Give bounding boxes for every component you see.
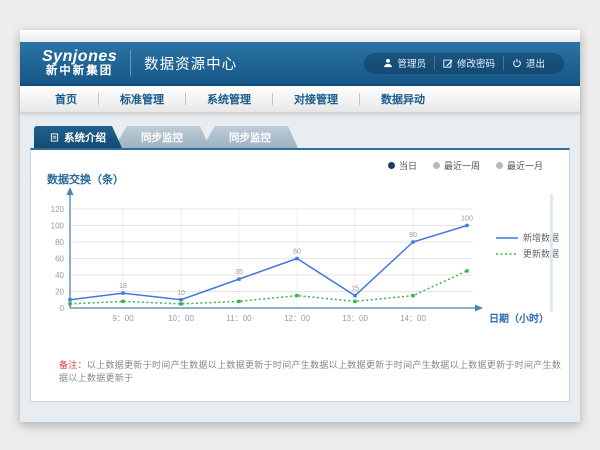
tab-label: 同步监控 [229, 130, 271, 145]
svg-text:100: 100 [51, 222, 65, 231]
user-toolbar: 管理员 修改密码 退出 [364, 53, 564, 74]
radio-icon [388, 162, 395, 169]
svg-text:80: 80 [409, 232, 417, 239]
tab-label: 同步监控 [141, 130, 183, 145]
svg-text:120: 120 [51, 205, 65, 214]
main-nav: 首页 标准管理 系统管理 对接管理 数据异动 [20, 86, 580, 113]
time-filter-label: 最近一月 [507, 159, 543, 172]
svg-text:更新数据: 更新数据 [523, 248, 559, 259]
nav-item-interface-mgmt[interactable]: 对接管理 [273, 91, 359, 107]
user-account-button[interactable]: 管理员 [375, 56, 434, 70]
tab-bar: 系统介绍 同步监控 同步监控 [34, 126, 580, 148]
logo-text-en: Synjones [42, 49, 117, 66]
time-filter-label: 当日 [399, 159, 417, 172]
svg-text:0: 0 [60, 304, 65, 313]
content-area: 系统介绍 同步监控 同步监控 当日 最近一周 [20, 113, 580, 422]
logo-text-cn: 新中新集团 [42, 65, 117, 77]
radio-icon [496, 162, 503, 169]
svg-text:11：00: 11：00 [226, 314, 252, 323]
svg-text:13：00: 13：00 [342, 314, 368, 323]
svg-text:14：00: 14：00 [400, 314, 426, 323]
radio-icon [433, 162, 440, 169]
svg-text:60: 60 [293, 249, 301, 256]
scrollbar-track[interactable] [550, 194, 553, 312]
svg-text:80: 80 [55, 238, 64, 247]
line-chart: 0 20 40 60 80 100 120 9：00 10：00 11：00 12：00 13：00 1… [31, 186, 571, 338]
change-password-label: 修改密码 [457, 56, 495, 70]
tab-system-intro[interactable]: 系统介绍 [34, 126, 122, 148]
svg-text:新增数据: 新增数据 [523, 232, 559, 243]
svg-text:20: 20 [55, 288, 64, 297]
power-icon [512, 58, 522, 68]
svg-text:15: 15 [351, 286, 359, 293]
nav-item-system-mgmt[interactable]: 系统管理 [186, 91, 272, 107]
time-filter-label: 最近一周 [444, 159, 480, 172]
svg-text:10: 10 [177, 290, 185, 297]
time-filter-last-month[interactable]: 最近一月 [496, 159, 543, 172]
logout-button[interactable]: 退出 [503, 56, 553, 70]
svg-text:日期（小时）: 日期（小时） [489, 312, 549, 325]
app-window: Synjones 新中新集团 数据资源中心 管理员 修改密码 退出 首页 标准管… [20, 30, 580, 422]
change-password-button[interactable]: 修改密码 [434, 56, 503, 70]
svg-text:40: 40 [55, 271, 64, 280]
svg-text:100: 100 [461, 216, 473, 223]
nav-item-data-change[interactable]: 数据异动 [360, 91, 446, 107]
footnote: 备注：以上数据更新于时间产生数据以上数据更新于时间产生数据以上数据更新于时间产生… [59, 358, 569, 384]
svg-text:9：00: 9：00 [112, 314, 134, 323]
header-divider [130, 50, 131, 76]
window-top-strip [20, 30, 580, 42]
page-title: 数据资源中心 [144, 53, 237, 74]
footnote-text: 以上数据更新于时间产生数据以上数据更新于时间产生数据以上数据更新于时间产生数据以… [59, 360, 561, 383]
time-filter-last-week[interactable]: 最近一周 [433, 159, 480, 172]
footnote-prefix: 备注： [59, 360, 87, 370]
svg-text:35: 35 [235, 269, 243, 276]
svg-text:10：00: 10：00 [168, 314, 194, 323]
svg-text:12：00: 12：00 [284, 314, 310, 323]
user-name-label: 管理员 [397, 56, 426, 70]
logo: Synjones 新中新集团 [42, 49, 117, 78]
chart-panel: 当日 最近一周 最近一月 数据交换（条） 0 20 40 60 80 100 120 9：00… [30, 148, 570, 402]
user-icon [383, 58, 393, 68]
app-header: Synjones 新中新集团 数据资源中心 管理员 修改密码 退出 [20, 42, 580, 86]
chart-y-axis-title: 数据交换（条） [47, 171, 124, 187]
svg-text:60: 60 [55, 255, 64, 264]
time-filter-today[interactable]: 当日 [388, 159, 417, 172]
document-icon [50, 133, 59, 142]
tab-sync-monitor-2[interactable]: 同步监控 [202, 126, 298, 148]
svg-text:18: 18 [119, 283, 127, 290]
tab-sync-monitor-1[interactable]: 同步监控 [114, 126, 210, 148]
edit-icon [443, 58, 453, 68]
logout-label: 退出 [526, 56, 545, 70]
nav-item-home[interactable]: 首页 [34, 91, 98, 107]
tab-label: 系统介绍 [64, 130, 106, 145]
nav-item-standard-mgmt[interactable]: 标准管理 [99, 91, 185, 107]
time-filter-group: 当日 最近一周 最近一月 [388, 159, 543, 172]
